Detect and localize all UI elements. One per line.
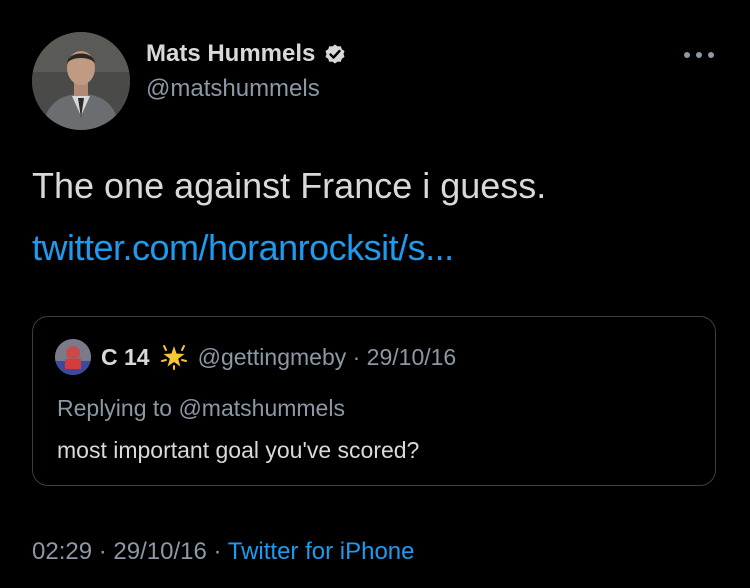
verified-badge-icon: [323, 42, 347, 66]
tweet-date: 29/10/16: [113, 538, 207, 565]
footer-separator: ·: [98, 538, 107, 565]
tweet-footer: 02:29 · 29/10/16 · Twitter for iPhone: [32, 536, 414, 568]
quoted-display-name: C 14: [101, 343, 150, 370]
avatar-photo: [32, 32, 130, 130]
quoted-handle-date: @gettingmeby · 29/10/16: [197, 343, 457, 370]
tweet-detail: Mats Hummels @matshummels The one agains…: [0, 0, 750, 588]
footer-separator: ·: [213, 538, 222, 565]
quoted-replying-to: Replying to @matshummels: [57, 395, 345, 421]
tweet-text: The one against France i guess.: [32, 165, 547, 206]
quoted-tweet-text: most important goal you've scored?: [57, 437, 420, 463]
author-display-name[interactable]: Mats Hummels: [146, 38, 315, 70]
tweet-time: 02:29: [32, 538, 93, 565]
quoted-tweet-header: C 14 @gettingmeby · 29/10/16: [101, 341, 456, 373]
tweet-link[interactable]: twitter.com/horanrocksit/s...: [32, 224, 454, 272]
quoted-tweet-card[interactable]: C 14 @gettingmeby · 29/10/16 Replying to…: [32, 316, 716, 486]
author-handle[interactable]: @matshummels: [146, 74, 320, 104]
author-name-row: Mats Hummels: [146, 38, 347, 70]
author-avatar[interactable]: [32, 32, 130, 130]
more-options-icon[interactable]: [682, 48, 716, 60]
tweet-source-link[interactable]: Twitter for iPhone: [228, 538, 415, 565]
glowing-star-icon: [160, 343, 188, 371]
quoted-author-avatar: [55, 339, 91, 375]
